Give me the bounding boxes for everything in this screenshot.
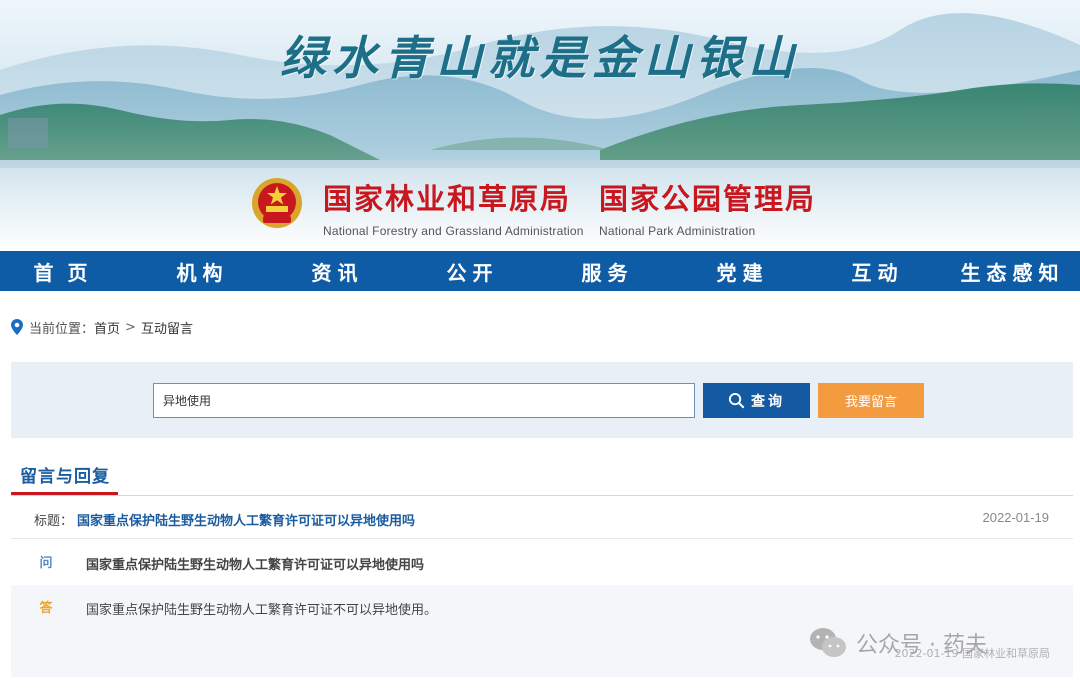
breadcrumb-home-link[interactable]: 首页 (94, 318, 120, 337)
breadcrumb-prefix: 当前位置： (29, 321, 95, 337)
question-marker-icon: 问 (39, 556, 53, 571)
watermark-text: 公众号 · 药夫 (856, 633, 987, 658)
answer-text: 国家重点保护陆生野生动物人工繁育许可证不可以异地使用。 (86, 603, 438, 618)
breadcrumb-current[interactable]: 互动留言 (141, 318, 193, 337)
org-name-forestry-en: National Forestry and Grassland Administ… (323, 224, 584, 238)
location-pin-icon (11, 319, 23, 335)
nav-item-ecology[interactable]: 生态感知 (945, 257, 1080, 286)
slogan-calligraphy: 绿水青山就是金山银山 (280, 31, 800, 85)
nav-item-home[interactable]: 首页 (0, 257, 135, 286)
entry-title-prefix: 标题： (34, 514, 74, 529)
section-divider (11, 495, 1073, 496)
wechat-watermark: 公众号 · 药夫 (808, 626, 987, 660)
org-name-forestry-cn: 国家林业和草原局 (323, 182, 572, 216)
header-banner: 绿水青山就是金山银山 国家林业和草原局 National Forestry an… (0, 0, 1080, 251)
org-title-forestry[interactable]: 国家林业和草原局 National Forestry and Grassland… (323, 176, 584, 238)
search-button-label: 查询 (751, 392, 785, 409)
nav-item-news[interactable]: 资讯 (270, 257, 405, 286)
search-panel: 查询 我要留言 (11, 362, 1073, 438)
nav-item-disclosure[interactable]: 公开 (405, 257, 540, 286)
search-button[interactable]: 查询 (703, 383, 810, 418)
answer-marker-icon: 答 (39, 601, 53, 616)
breadcrumb-separator: > (125, 319, 136, 335)
main-nav: 首页 机构 资讯 公开 服务 党建 互动 生态感知 (0, 251, 1080, 291)
nav-item-services[interactable]: 服务 (540, 257, 675, 286)
leave-message-button[interactable]: 我要留言 (818, 383, 924, 418)
org-name-park-cn: 国家公园管理局 (599, 182, 817, 216)
nav-item-organization[interactable]: 机构 (135, 257, 270, 286)
question-text: 国家重点保护陆生野生动物人工繁育许可证可以异地使用吗 (86, 558, 425, 573)
nav-item-party[interactable]: 党建 (675, 257, 810, 286)
org-name-park-en: National Park Administration (599, 224, 756, 238)
search-icon (728, 392, 745, 409)
section-title: 留言与回复 (20, 467, 110, 487)
entry-title-row: 标题： 国家重点保护陆生野生动物人工繁育许可证可以异地使用吗 2022-01-1… (11, 497, 1073, 539)
question-row: 问 国家重点保护陆生野生动物人工繁育许可证可以异地使用吗 (11, 540, 1073, 584)
nav-item-interaction[interactable]: 互动 (810, 257, 945, 286)
breadcrumb: 当前位置： 首页 > 互动留言 (11, 318, 193, 337)
national-emblem-icon[interactable] (250, 176, 304, 230)
wechat-icon (810, 628, 846, 657)
entry-date: 2022-01-19 (982, 510, 1050, 525)
entry-title-link[interactable]: 国家重点保护陆生野生动物人工繁育许可证可以异地使用吗 (77, 510, 415, 529)
search-input[interactable] (153, 383, 695, 418)
org-title-park[interactable]: 国家公园管理局 National Park Administration (599, 176, 816, 238)
